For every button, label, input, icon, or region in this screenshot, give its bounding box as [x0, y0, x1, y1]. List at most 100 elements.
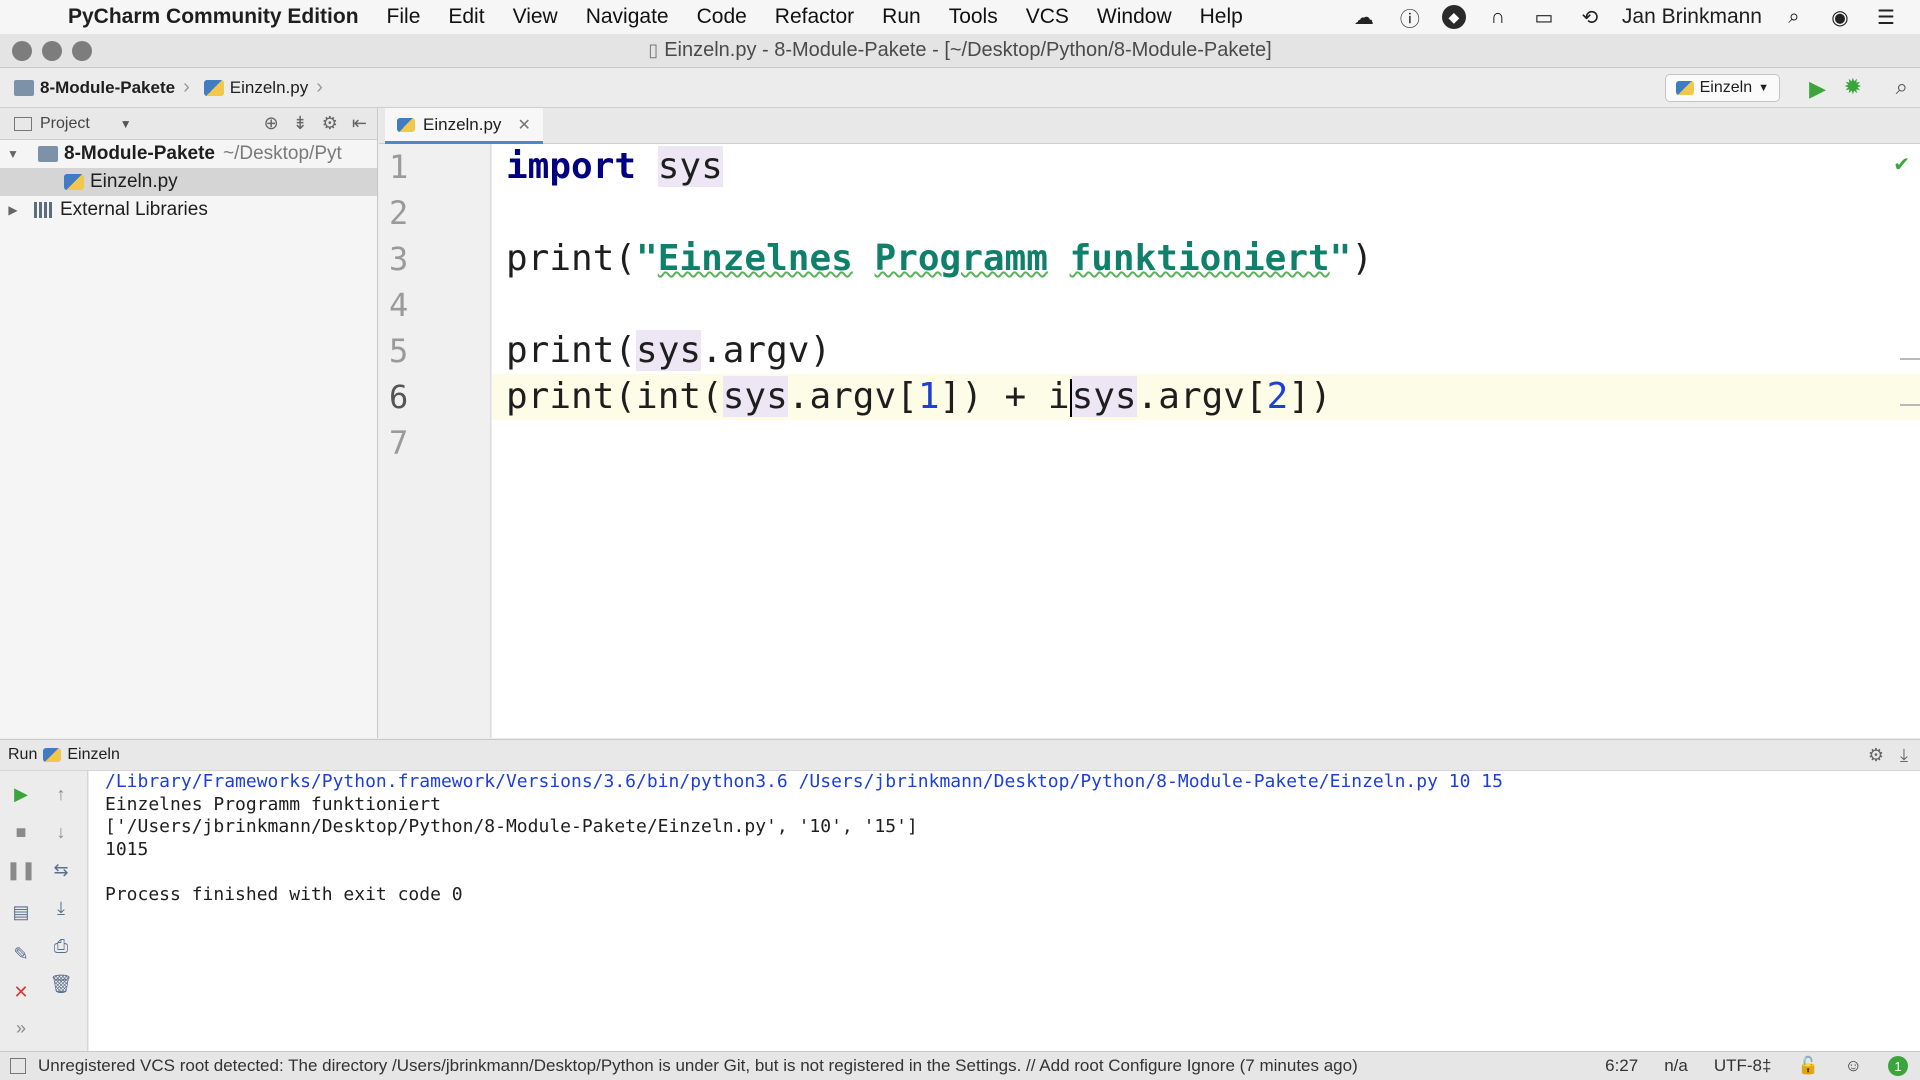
python-file-icon: [1675, 81, 1694, 95]
menu-navigate[interactable]: Navigate: [586, 5, 669, 29]
project-view-label[interactable]: Project: [40, 115, 90, 133]
line-number: 3: [389, 240, 409, 278]
scroll-marker: [1900, 358, 1920, 360]
tool-windows-icon[interactable]: [10, 1058, 26, 1074]
line-number: 4: [389, 286, 409, 324]
scroll-marker: [1900, 404, 1920, 406]
line-number: 5: [389, 332, 409, 370]
run-icon[interactable]: ▶: [1809, 76, 1826, 102]
tree-file-label: Einzeln.py: [90, 171, 178, 192]
inspection-ok-icon[interactable]: ✔: [1893, 152, 1910, 177]
arrow-up-icon[interactable]: ↑: [48, 781, 74, 807]
menu-code[interactable]: Code: [697, 5, 747, 29]
chevron-down-icon: ▼: [1758, 82, 1769, 94]
menu-view[interactable]: View: [513, 5, 558, 29]
tree-root-path: ~/Desktop/Pyt: [222, 143, 342, 164]
menu-help[interactable]: Help: [1200, 5, 1243, 29]
folder-icon: [38, 146, 58, 162]
library-icon: [34, 202, 54, 218]
pause-icon[interactable]: ❚❚: [6, 857, 36, 883]
window-title: Einzeln.py - 8-Module-Pakete - [~/Deskto…: [664, 39, 1272, 61]
collapse-all-icon[interactable]: ⇟: [293, 113, 308, 134]
console-line: 1015: [105, 838, 149, 860]
menu-file[interactable]: File: [387, 5, 421, 29]
status-message[interactable]: Unregistered VCS root detected: The dire…: [38, 1056, 1358, 1076]
chevron-down-icon[interactable]: ▼: [120, 117, 132, 131]
breadcrumb-project[interactable]: 8-Module-Pakete ›: [14, 76, 190, 99]
breadcrumb-file[interactable]: Einzeln.py ›: [203, 76, 323, 99]
event-log-badge[interactable]: 1: [1888, 1056, 1908, 1076]
breadcrumb-project-label: 8-Module-Pakete: [40, 77, 176, 97]
lock-icon[interactable]: 🔓: [1797, 1056, 1818, 1076]
search-icon[interactable]: ⌕: [1896, 74, 1908, 100]
run-configuration-select[interactable]: Einzeln ▼: [1664, 74, 1780, 102]
siri-icon[interactable]: ◉: [1826, 3, 1854, 31]
rerun-icon[interactable]: ▶: [8, 781, 34, 807]
hide-panel-icon[interactable]: ⤓: [1900, 745, 1908, 766]
project-header: Project ▼ ⊕ ⇟ ⚙ ⇤: [0, 108, 377, 140]
menu-refactor[interactable]: Refactor: [775, 5, 854, 29]
tree-item-project-root[interactable]: ▼ 8-Module-Pakete ~/Desktop/Pyt: [0, 140, 377, 168]
code-editor[interactable]: ✔ import sys print("Einzelnes Programm f…: [492, 144, 1920, 738]
line-number: 1: [389, 148, 409, 186]
notification-center-icon[interactable]: ☰: [1872, 3, 1900, 31]
run-toolbar-primary: ▶ ■ ❚❚ ▤ ✎ ✕ »: [0, 771, 40, 1051]
code-line-6: print(int(sys.argv[1]) + isys.argv[2]): [506, 376, 1332, 417]
menu-edit[interactable]: Edit: [448, 5, 484, 29]
menu-window[interactable]: Window: [1097, 5, 1172, 29]
user-name[interactable]: Jan Brinkmann: [1622, 5, 1762, 29]
creative-cloud-icon[interactable]: ☁: [1350, 3, 1378, 31]
video-camera-icon[interactable]: ▭: [1530, 3, 1558, 31]
arrow-down-icon[interactable]: ↓: [48, 819, 74, 845]
gear-icon[interactable]: ⚙: [1868, 745, 1884, 766]
caret-position[interactable]: 6:27: [1605, 1056, 1638, 1076]
locate-icon[interactable]: ⊕: [264, 113, 279, 134]
tree-item-einzeln[interactable]: Einzeln.py: [0, 168, 377, 196]
spotlight-search-icon[interactable]: ⌕: [1780, 3, 1808, 31]
close-icon[interactable]: ✕: [8, 979, 34, 1005]
pin-icon[interactable]: ✎: [8, 941, 34, 967]
menu-vcs[interactable]: VCS: [1026, 5, 1069, 29]
soft-wrap-icon[interactable]: ⇆: [48, 857, 74, 883]
window-title-container: ▯ Einzeln.py - 8-Module-Pakete - [~/Deskt…: [0, 39, 1920, 62]
app-menu-name[interactable]: PyCharm Community Edition: [68, 5, 359, 29]
file-encoding[interactable]: UTF-8‡: [1714, 1056, 1772, 1076]
scroll-to-end-icon[interactable]: ⤓: [48, 895, 74, 921]
menu-run[interactable]: Run: [882, 5, 921, 29]
leaf-icon[interactable]: ◆: [1441, 5, 1466, 29]
chevron-right-icon: ›: [183, 76, 190, 98]
time-machine-icon[interactable]: ⟲: [1576, 3, 1604, 31]
debug-icon[interactable]: ✹: [1844, 74, 1862, 100]
code-line-3: print("Einzelnes Programm funktioniert"): [506, 238, 1374, 279]
tab-label: Einzeln.py: [423, 114, 502, 134]
run-tool-window-header: Run Einzeln ⚙ ⤓: [0, 739, 1920, 771]
editor-tab-bar: Einzeln.py ✕: [379, 108, 1920, 144]
trash-icon[interactable]: 🗑: [48, 971, 74, 997]
expanded-arrow-icon[interactable]: ▼: [2, 147, 24, 161]
python-file-icon: [64, 174, 84, 190]
layout-icon[interactable]: ▤: [8, 899, 34, 925]
line-separator[interactable]: n/a: [1664, 1056, 1688, 1076]
code-line-1: import sys: [506, 146, 723, 187]
console-line: ['/Users/jbrinkmann/Desktop/Python/8-Mod…: [105, 816, 918, 837]
run-configuration-label: Einzeln: [1699, 79, 1753, 96]
print-icon[interactable]: ⎙: [48, 933, 74, 959]
console-output[interactable]: /Library/Frameworks/Python.framework/Ver…: [89, 771, 1920, 1051]
password-manager-icon[interactable]: ⓘ: [1396, 3, 1424, 31]
gear-icon[interactable]: ⚙: [322, 113, 338, 134]
menu-tools[interactable]: Tools: [949, 5, 998, 29]
hide-panel-icon[interactable]: ⇤: [352, 113, 367, 134]
status-bar: Unregistered VCS root detected: The dire…: [0, 1051, 1920, 1080]
collapsed-arrow-icon[interactable]: ▶: [2, 203, 24, 217]
run-panel-config[interactable]: Einzeln: [67, 746, 119, 764]
inspector-icon[interactable]: ☺: [1845, 1056, 1862, 1076]
close-icon[interactable]: ✕: [517, 115, 530, 135]
more-icon[interactable]: »: [8, 1015, 34, 1041]
headphones-icon[interactable]: ∩: [1484, 3, 1512, 31]
stop-icon[interactable]: ■: [8, 819, 34, 845]
tab-einzeln[interactable]: Einzeln.py ✕: [385, 108, 543, 144]
run-panel-label[interactable]: Run: [8, 746, 37, 764]
tree-item-external-libraries[interactable]: ▶ External Libraries: [0, 196, 377, 224]
line-number: 7: [389, 424, 409, 462]
